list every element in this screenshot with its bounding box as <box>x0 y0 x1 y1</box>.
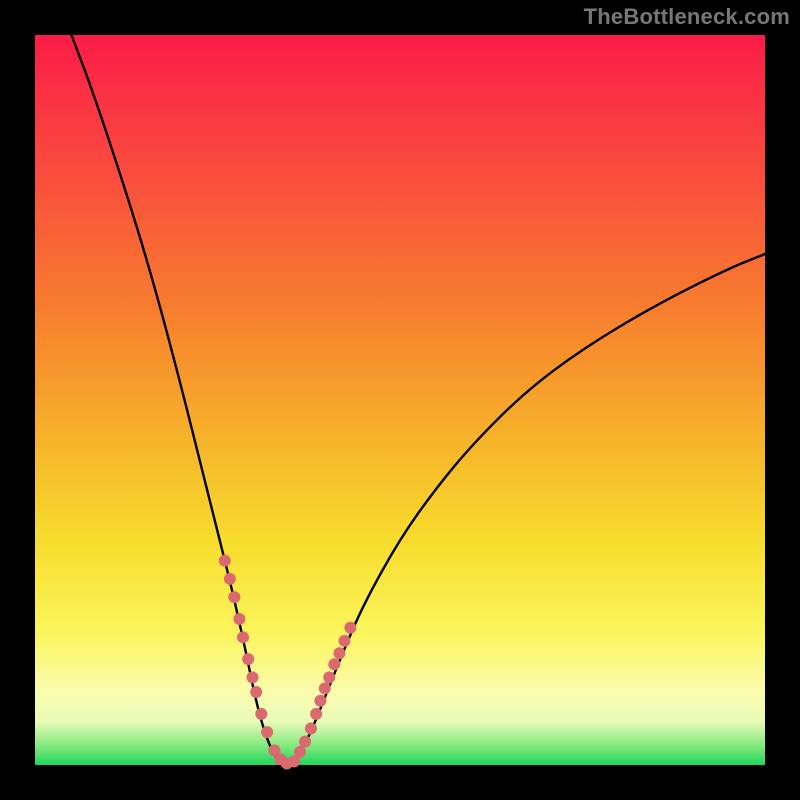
sample-dot <box>314 695 326 707</box>
sample-dot <box>219 555 231 567</box>
watermark-text: TheBottleneck.com <box>584 4 790 30</box>
sample-dot <box>228 591 240 603</box>
sample-dot <box>319 682 331 694</box>
bottleneck-curve <box>72 35 766 765</box>
sample-dot <box>224 573 236 585</box>
sample-dot <box>339 635 351 647</box>
sample-dot <box>250 686 262 698</box>
sample-dot <box>310 708 322 720</box>
curve-svg <box>35 35 765 765</box>
sample-dot <box>299 736 311 748</box>
sample-dot <box>247 671 259 683</box>
sample-dot <box>323 671 335 683</box>
sample-dot <box>333 647 345 659</box>
sample-dot <box>344 622 356 634</box>
sample-dots <box>219 555 357 770</box>
sample-dot <box>261 726 273 738</box>
plot-area <box>35 35 765 765</box>
sample-dot <box>237 631 249 643</box>
sample-dot <box>328 658 340 670</box>
sample-dot <box>255 708 267 720</box>
sample-dot <box>242 653 254 665</box>
sample-dot <box>233 613 245 625</box>
chart-stage: TheBottleneck.com <box>0 0 800 800</box>
sample-dot <box>305 723 317 735</box>
sample-dot <box>294 746 306 758</box>
